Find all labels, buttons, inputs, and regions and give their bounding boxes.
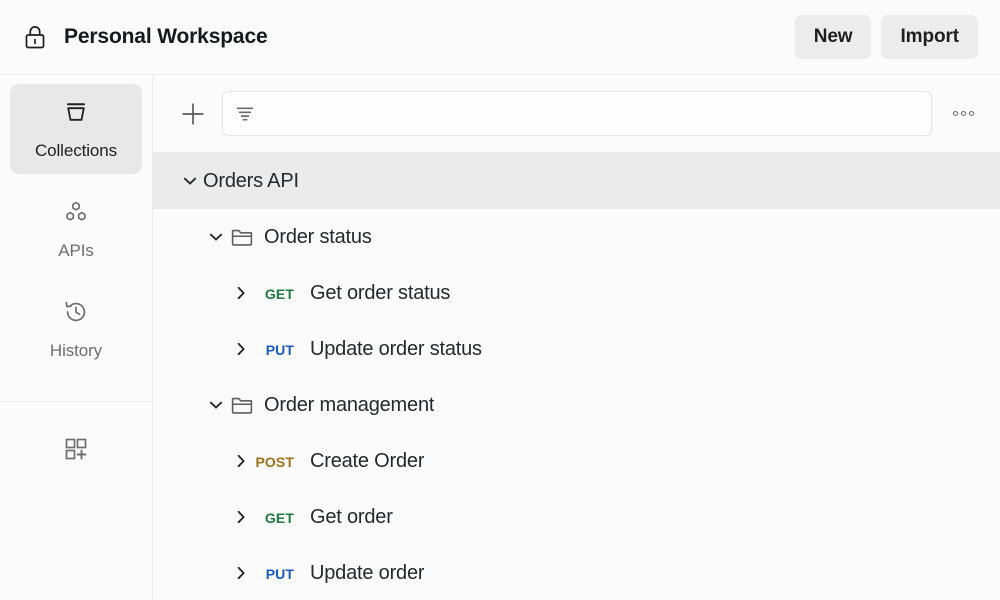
- folder-icon: [229, 224, 255, 250]
- search-box[interactable]: [222, 91, 932, 136]
- request-method-label: GET: [265, 286, 294, 302]
- apis-icon: [61, 197, 91, 232]
- chevron-right-icon[interactable]: [228, 504, 254, 530]
- tree-row[interactable]: GET Get order status: [153, 265, 1000, 321]
- header-actions: New Import: [795, 15, 978, 59]
- collections-panel: Orders API Order status GET Get order statu…: [153, 75, 1000, 600]
- tree-row[interactable]: GET Get order: [153, 489, 1000, 545]
- dot-2: [961, 111, 966, 116]
- filter-icon: [235, 104, 255, 124]
- chevron-down-icon[interactable]: [203, 224, 229, 250]
- chevron-right-icon[interactable]: [228, 560, 254, 586]
- chevron-right-icon[interactable]: [228, 280, 254, 306]
- sidebar: Collections APIs: [0, 75, 153, 600]
- sidebar-item-collections-label: Collections: [35, 141, 117, 161]
- chevron-right-icon[interactable]: [228, 336, 254, 362]
- tree-row-label: Update order: [310, 562, 424, 585]
- app-header: Personal Workspace New Import: [0, 0, 1000, 75]
- collections-icon: [61, 97, 91, 132]
- tree-row[interactable]: PUT Update order: [153, 545, 1000, 600]
- page-title: Personal Workspace: [64, 25, 268, 49]
- sidebar-item-collections[interactable]: Collections: [10, 84, 142, 174]
- grid-plus-icon[interactable]: [54, 429, 98, 469]
- tree-row-label: Create Order: [310, 450, 424, 473]
- sidebar-item-apis-label: APIs: [58, 241, 94, 261]
- tree-row[interactable]: PUT Update order status: [153, 321, 1000, 377]
- request-method-label: GET: [265, 510, 294, 526]
- app-body: Collections APIs: [0, 75, 1000, 600]
- chevron-right-icon[interactable]: [228, 448, 254, 474]
- app-window: Personal Workspace New Import Collection…: [0, 0, 1000, 600]
- tree-row[interactable]: Order management: [153, 377, 1000, 433]
- tree-row[interactable]: Order status: [153, 209, 1000, 265]
- history-icon: [61, 297, 91, 332]
- folder-icon: [229, 392, 255, 418]
- add-new-button[interactable]: [176, 97, 210, 131]
- sidebar-item-history-label: History: [50, 341, 102, 361]
- tree-row-label: Get order status: [310, 282, 450, 305]
- tree-row[interactable]: POST Create Order: [153, 433, 1000, 489]
- sidebar-item-apis[interactable]: APIs: [10, 184, 142, 274]
- workspace-identity[interactable]: Personal Workspace: [22, 23, 268, 51]
- tree-row-label: Order status: [264, 226, 372, 249]
- tree-row-label: Update order status: [310, 338, 482, 361]
- tree-row-label: Orders API: [203, 170, 299, 193]
- tree-row-label: Get order: [310, 506, 393, 529]
- request-method-label: POST: [255, 454, 294, 470]
- request-method-label: PUT: [266, 566, 294, 582]
- request-method-label: PUT: [266, 342, 294, 358]
- sidebar-bottom: [0, 402, 152, 469]
- tree-row[interactable]: Orders API: [153, 153, 1000, 209]
- dot-3: [969, 111, 974, 116]
- collections-tree: Orders API Order status GET Get order statu…: [153, 153, 1000, 600]
- chevron-down-icon[interactable]: [203, 392, 229, 418]
- more-horizontal-icon[interactable]: [944, 97, 982, 131]
- lock-icon: [22, 23, 48, 51]
- search-input[interactable]: [265, 105, 919, 123]
- chevron-down-icon[interactable]: [177, 168, 203, 194]
- collections-toolbar: [153, 75, 1000, 153]
- dot-1: [953, 111, 958, 116]
- sidebar-item-history[interactable]: History: [10, 284, 142, 374]
- import-button[interactable]: Import: [881, 15, 978, 59]
- new-button[interactable]: New: [795, 15, 872, 59]
- tree-row-label: Order management: [264, 394, 434, 417]
